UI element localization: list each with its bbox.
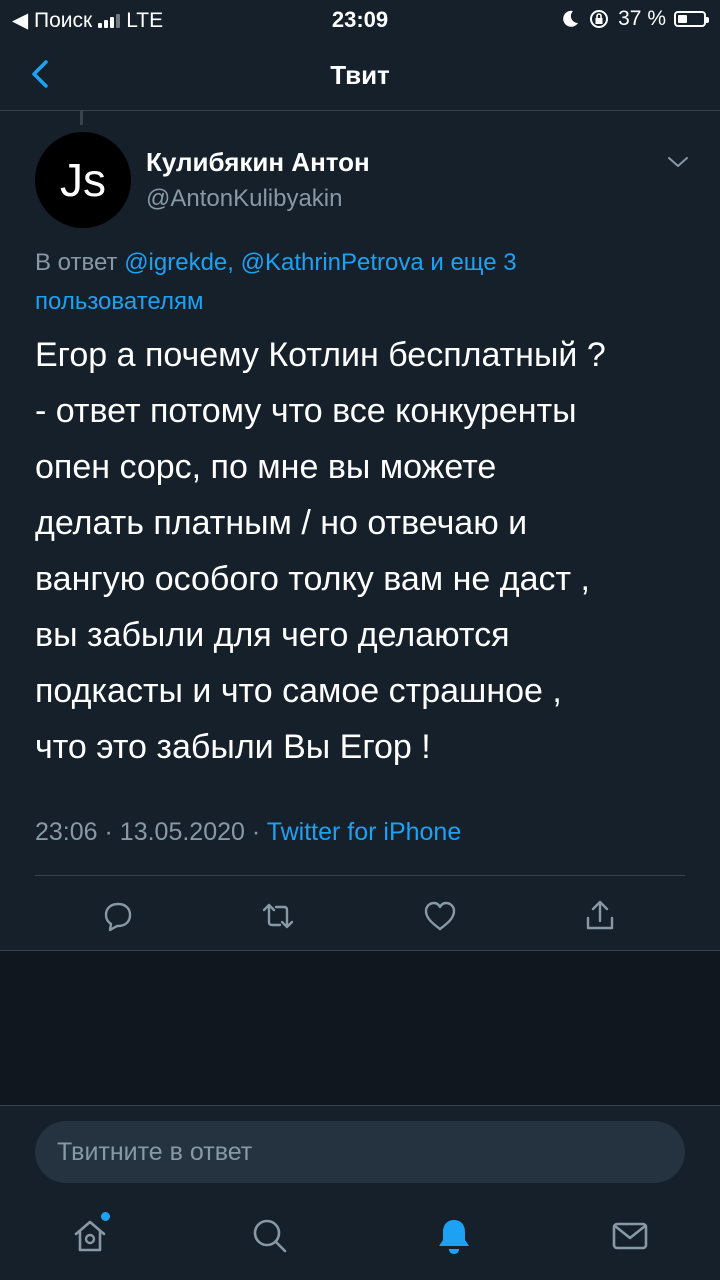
tab-bar	[0, 1202, 720, 1280]
empty-replies-area	[0, 951, 720, 1105]
reply-prefix: В ответ	[35, 249, 118, 276]
thread-connector-line	[80, 111, 83, 125]
reply-icon[interactable]	[98, 896, 138, 936]
like-heart-icon[interactable]	[420, 896, 460, 936]
tweet-date: 13.05.2020	[119, 818, 245, 846]
battery-percent: 37 %	[618, 7, 666, 30]
tab-messages[interactable]	[606, 1212, 654, 1260]
reply-input[interactable]	[35, 1121, 685, 1183]
divider	[35, 875, 685, 876]
tab-search[interactable]	[246, 1212, 294, 1260]
notification-dot	[101, 1212, 110, 1221]
reply-composer	[0, 1105, 720, 1203]
tab-home[interactable]	[66, 1212, 114, 1260]
chevron-down-icon[interactable]	[664, 152, 692, 172]
moon-icon	[563, 10, 579, 27]
battery-icon	[674, 11, 709, 27]
mail-icon	[612, 1222, 648, 1250]
tweet-text: Егор а почему Котлин бесплатный ? - отве…	[35, 336, 606, 766]
status-bar: ◀ Поиск LTE 23:09 37 %	[0, 0, 720, 38]
search-icon	[253, 1219, 287, 1253]
retweet-icon[interactable]	[258, 896, 298, 936]
nav-bar: Твит	[0, 38, 720, 111]
tweet-meta: 23:06 · 13.05.2020 · Twitter for iPhone	[35, 818, 461, 847]
share-icon[interactable]	[580, 896, 620, 936]
orientation-lock-icon	[590, 10, 609, 28]
bell-icon	[439, 1220, 469, 1254]
tab-notifications[interactable]	[430, 1212, 478, 1260]
reply-context: В ответ @igrekde, @KathrinPetrova и еще …	[35, 243, 685, 321]
battery-fill	[678, 15, 687, 23]
meta-separator: ·	[104, 818, 113, 846]
author-handle[interactable]: @AntonKulibyakin	[146, 185, 342, 213]
tweet-source-link[interactable]: Twitter for iPhone	[267, 818, 462, 846]
status-right: 37 %	[560, 7, 709, 31]
meta-separator: ·	[251, 818, 261, 846]
page-title: Твит	[330, 60, 390, 90]
avatar[interactable]: Js	[35, 132, 131, 228]
tweet-time: 23:06	[35, 818, 98, 846]
author-name[interactable]: Кулибякин Антон	[146, 147, 370, 178]
